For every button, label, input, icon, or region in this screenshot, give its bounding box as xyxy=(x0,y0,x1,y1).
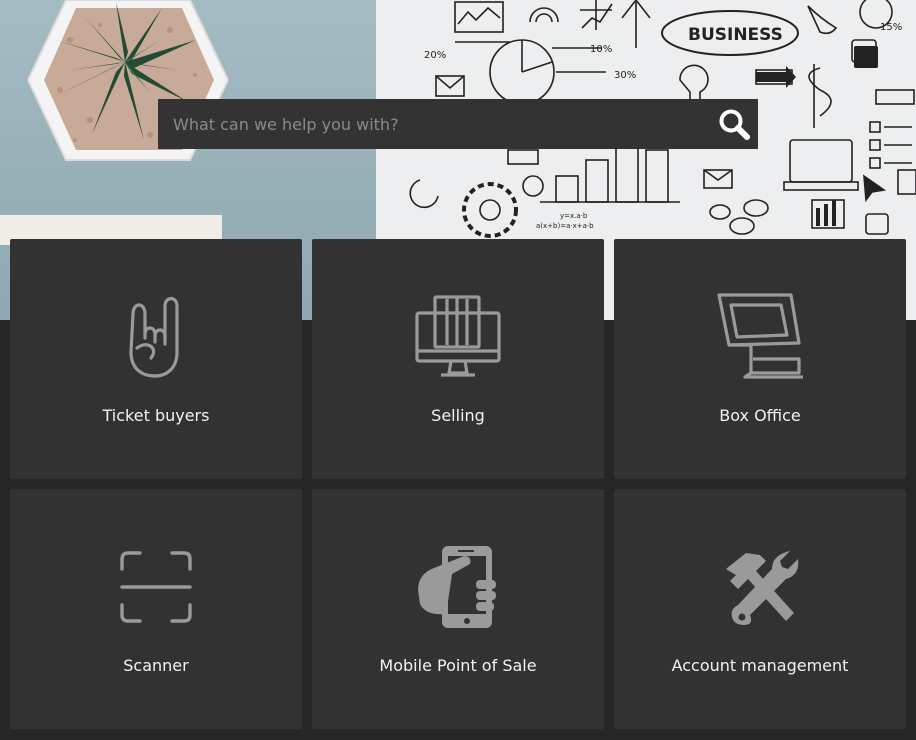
tile-mobile-point-of-sale[interactable]: Mobile Point of Sale xyxy=(312,489,604,729)
svg-text:BUSINESS: BUSINESS xyxy=(688,25,783,45)
tile-label: Ticket buyers xyxy=(102,406,210,425)
svg-text:y=x.a·b: y=x.a·b xyxy=(560,212,588,220)
svg-text:15%: 15% xyxy=(880,22,902,33)
tile-ticket-buyers[interactable]: Ticket buyers xyxy=(10,239,302,479)
help-center-page: 20% 10% 30% 15% BUSINESS y=x.a·b a(x+b)=… xyxy=(0,0,916,740)
tile-selling[interactable]: Selling xyxy=(312,239,604,479)
tile-label: Scanner xyxy=(123,656,189,675)
tile-label: Account management xyxy=(671,656,849,675)
svg-text:30%: 30% xyxy=(614,70,636,81)
rock-hand-icon xyxy=(129,296,179,378)
search-button[interactable] xyxy=(710,99,758,149)
svg-text:20%: 20% xyxy=(424,50,446,61)
desktop-computer-icon xyxy=(415,295,501,377)
svg-text:a(x+b)=a·x+a·b: a(x+b)=a·x+a·b xyxy=(536,222,594,230)
search-input[interactable] xyxy=(158,99,708,149)
tile-label: Box Office xyxy=(719,406,801,425)
tile-scanner[interactable]: Scanner xyxy=(10,489,302,729)
tools-icon xyxy=(726,551,799,625)
scanner-icon xyxy=(120,551,192,623)
tile-label: Selling xyxy=(431,406,485,425)
tile-label: Mobile Point of Sale xyxy=(379,656,537,675)
svg-text:10%: 10% xyxy=(590,44,612,55)
search-icon xyxy=(719,109,750,140)
hand-phone-icon xyxy=(418,546,496,628)
search-bar xyxy=(158,99,758,149)
tile-account-management[interactable]: Account management xyxy=(614,489,906,729)
pos-terminal-icon xyxy=(717,293,803,379)
tile-box-office[interactable]: Box Office xyxy=(614,239,906,479)
